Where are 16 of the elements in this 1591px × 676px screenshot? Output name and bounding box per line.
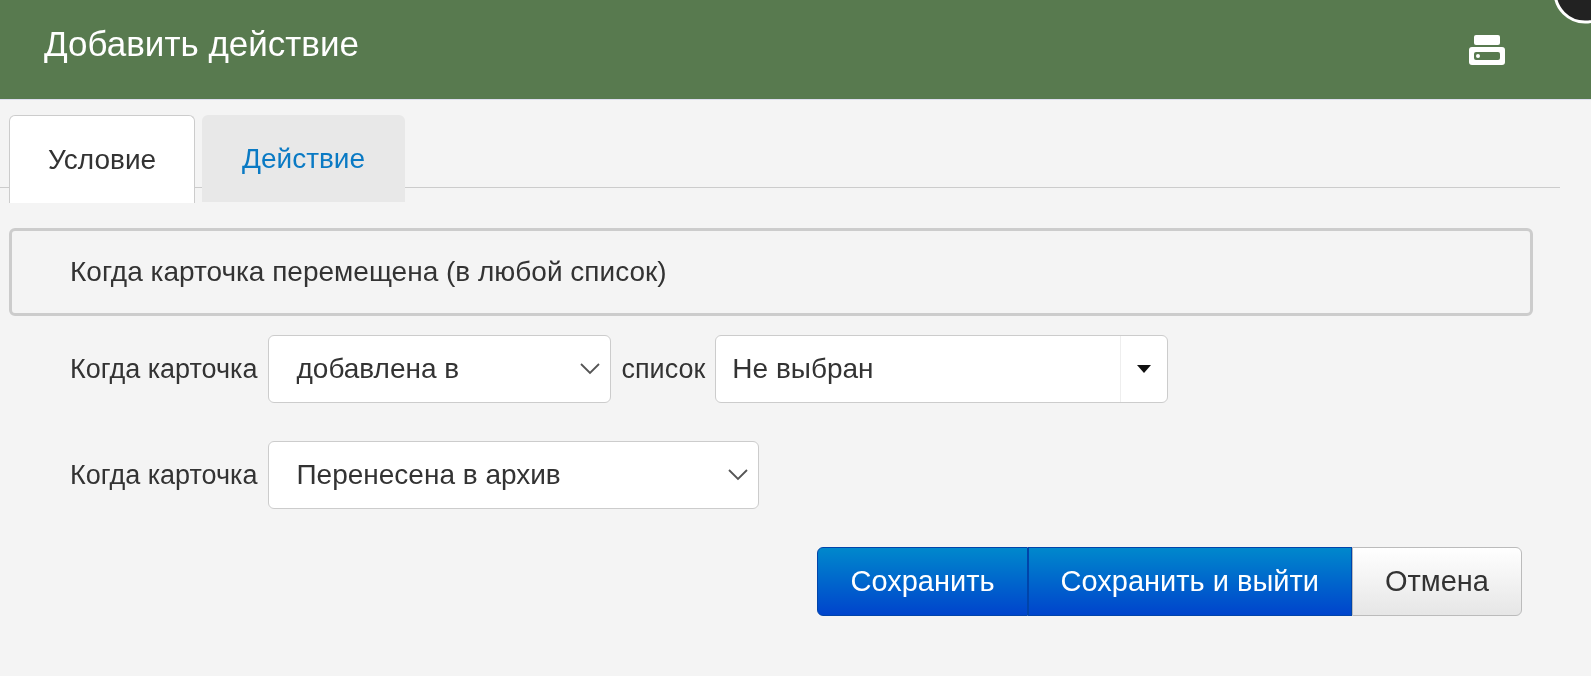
list-label: список xyxy=(621,353,706,385)
chevron-down-icon xyxy=(728,469,749,481)
dropdown-field[interactable]: Перенесена в архив xyxy=(268,441,760,509)
action-button[interactable]: Сохранить xyxy=(817,547,1028,616)
condition-label: Когда карточка xyxy=(70,459,258,491)
tab[interactable]: Действие xyxy=(202,115,405,202)
action-button[interactable]: Отмена xyxy=(1351,547,1522,616)
action-button[interactable]: Сохранить и выйти xyxy=(1027,547,1352,616)
list-combobox[interactable]: Не выбран xyxy=(715,335,1169,403)
caret-down-icon xyxy=(1137,365,1152,373)
trigger-text: Когда карточка перемещена (в любой список) xyxy=(70,256,667,288)
chevron-down-icon xyxy=(580,363,601,375)
condition-label: Когда карточка xyxy=(70,353,258,385)
dialog-title: Добавить действие xyxy=(44,23,360,64)
tab[interactable]: Условие xyxy=(9,115,195,203)
dropdown-field[interactable]: добавлена в xyxy=(268,335,612,403)
